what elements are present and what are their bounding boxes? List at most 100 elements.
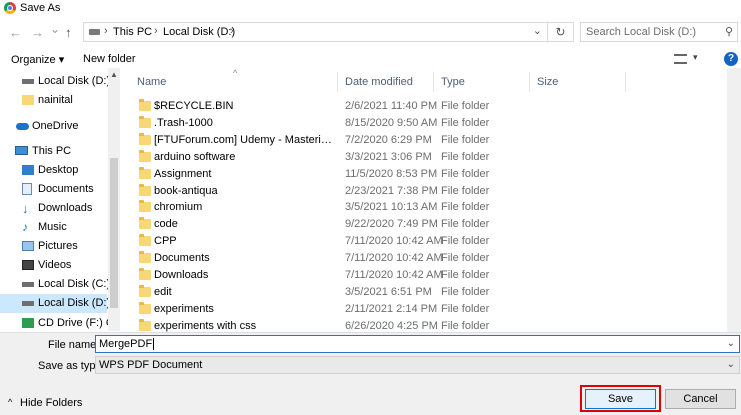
breadcrumb-local-disk-d[interactable]: Local Disk (D:) [163,26,235,38]
file-type: File folder [441,184,490,197]
videos-icon [22,260,34,270]
tree-item-nainital[interactable]: nainital [0,91,107,110]
view-options-icon[interactable] [674,54,687,64]
file-date: 2/23/2021 7:38 PM [345,184,438,197]
hide-folders-button[interactable]: Hide Folders [20,397,82,409]
file-name: Assignment [154,167,212,180]
navigation-scrollbar[interactable]: ▲ [108,68,120,331]
pictures-icon [22,241,34,251]
tree-item-label: Local Disk (D:) [38,297,111,309]
file-row[interactable]: experiments with css 6/26/2020 4:25 PM Fil… [121,318,541,332]
tree-item-desktop[interactable]: Desktop [0,161,107,180]
save-button[interactable]: Save [585,389,656,409]
tree-item-videos[interactable]: Videos [0,256,107,275]
drive-icon [89,29,100,35]
file-date: 9/22/2020 7:49 PM [345,218,438,231]
file-row[interactable]: Documents 7/11/2020 10:42 AM File folder [121,250,541,267]
tree-item-label: Local Disk (D:) [38,75,111,87]
file-row[interactable]: edit 3/5/2021 6:51 PM File folder [121,284,541,301]
file-name: Downloads [154,269,209,281]
tree-item-pictures[interactable]: Pictures [0,237,107,256]
title-bar: Save As [0,0,741,18]
chevron-up-icon[interactable]: ^ [8,397,12,407]
tree-item-local-disk-d[interactable]: Local Disk (D:) [0,72,111,91]
file-type: File folder [441,269,490,281]
downloads-icon: ↓ [22,201,29,216]
chevron-right-icon: › [230,25,234,37]
column-header-type[interactable]: Type [441,76,465,88]
tree-item-documents[interactable]: Documents [0,180,107,199]
folder-icon [139,268,151,280]
cancel-button[interactable]: Cancel [665,389,736,409]
file-date: 7/11/2020 10:42 AM [345,252,443,265]
music-icon: ♪ [22,220,28,234]
file-type: File folder [441,285,490,298]
address-bar[interactable]: › This PC › Local Disk (D:) › ⌄ [83,22,548,42]
sort-ascending-icon: ^ [233,68,238,78]
file-type: File folder [441,319,490,332]
folder-icon [139,115,151,128]
file-row[interactable]: book-antiqua 2/23/2021 7:38 PM File folder [121,183,541,200]
file-row[interactable]: chromium 3/5/2021 10:13 AM File folder [121,199,541,216]
tree-item-this-pc[interactable]: This PC [0,142,107,161]
file-type: File folder [441,218,490,231]
file-name-input[interactable]: MergePDF ⌄ [95,335,740,353]
search-icon: ⚲ [724,26,733,38]
column-header-name[interactable]: Name [137,76,166,88]
file-name: arduino software [154,150,236,163]
file-list: ^ Name Date modified Type Size $RECYCLE.… [121,68,741,332]
chevron-down-icon[interactable]: ⌄ [727,357,735,373]
tree-item-local-disk-c[interactable]: Local Disk (C:) [0,275,110,294]
column-header-date[interactable]: Date modified [345,76,413,88]
file-row[interactable]: CPP 7/11/2020 10:42 AM File folder [121,233,541,250]
back-button[interactable]: ← [9,25,22,40]
file-row[interactable]: arduino software 3/3/2021 3:06 PM File fol… [121,149,541,166]
help-button[interactable]: ? [724,52,738,66]
recent-locations-dropdown[interactable]: ⌄ [50,22,60,36]
file-name: book-antiqua [154,184,218,197]
file-row[interactable]: experiments 2/11/2021 2:14 PM File folder [121,301,541,318]
view-dropdown-icon[interactable]: ▾ [693,52,698,63]
column-separator[interactable] [625,72,626,92]
organize-button[interactable]: Organize ▾ [11,53,64,66]
new-folder-button[interactable]: New folder [83,53,136,65]
file-row[interactable]: Assignment 11/5/2020 8:53 PM File folder [121,166,541,183]
tree-item-music[interactable]: ♪ Music [0,218,107,237]
chevron-down-icon[interactable]: ⌄ [727,336,735,352]
column-separator[interactable] [529,72,530,92]
breadcrumb-this-pc[interactable]: This PC [113,26,152,38]
file-row[interactable]: [FTUForum.com] Udemy - Mastering Dat... 7… [121,132,541,149]
file-type: File folder [441,167,490,180]
refresh-button[interactable]: ↻ [548,22,574,42]
file-date: 3/5/2021 6:51 PM [345,285,432,298]
tree-item-local-disk-d-selected[interactable]: Local Disk (D:) [0,294,111,313]
column-header-size[interactable]: Size [537,76,558,88]
scrollbar-thumb[interactable] [110,158,118,308]
file-row[interactable]: $RECYCLE.BIN 2/6/2021 11:40 PM File folder [121,98,541,115]
tree-item-label: nainital [38,94,73,106]
folder-icon [139,183,151,196]
forward-button[interactable]: → [31,25,44,40]
computer-icon [15,146,28,155]
file-type: File folder [441,252,490,265]
file-row[interactable]: Downloads 7/11/2020 10:42 AM File folder [121,267,541,284]
folder-icon [139,301,151,314]
tree-item-downloads[interactable]: ↓ Downloads [0,199,107,218]
window-title: Save As [20,2,61,14]
save-as-type-select[interactable]: WPS PDF Document ⌄ [95,356,740,374]
folder-icon [139,149,151,162]
search-input[interactable]: Search Local Disk (D:) ⚲ [580,22,738,42]
file-list-scrollbar[interactable] [727,68,741,332]
up-button[interactable]: ↑ [65,25,72,40]
scroll-up-icon[interactable]: ▲ [110,70,118,79]
tree-item-label: Videos [38,259,72,271]
tree-item-label: Music [38,221,67,233]
tree-item-cd-drive[interactable]: CD Drive (F:) OP [0,314,120,332]
column-separator[interactable] [337,72,338,92]
chevron-down-icon[interactable]: ⌄ [533,24,542,37]
tree-item-onedrive[interactable]: OneDrive [0,117,107,136]
column-separator[interactable] [433,72,434,92]
file-date: 6/26/2020 4:25 PM [345,319,438,332]
file-row[interactable]: code 9/22/2020 7:49 PM File folder [121,216,541,233]
file-row[interactable]: .Trash-1000 8/15/2020 9:50 AM File folder [121,115,541,132]
